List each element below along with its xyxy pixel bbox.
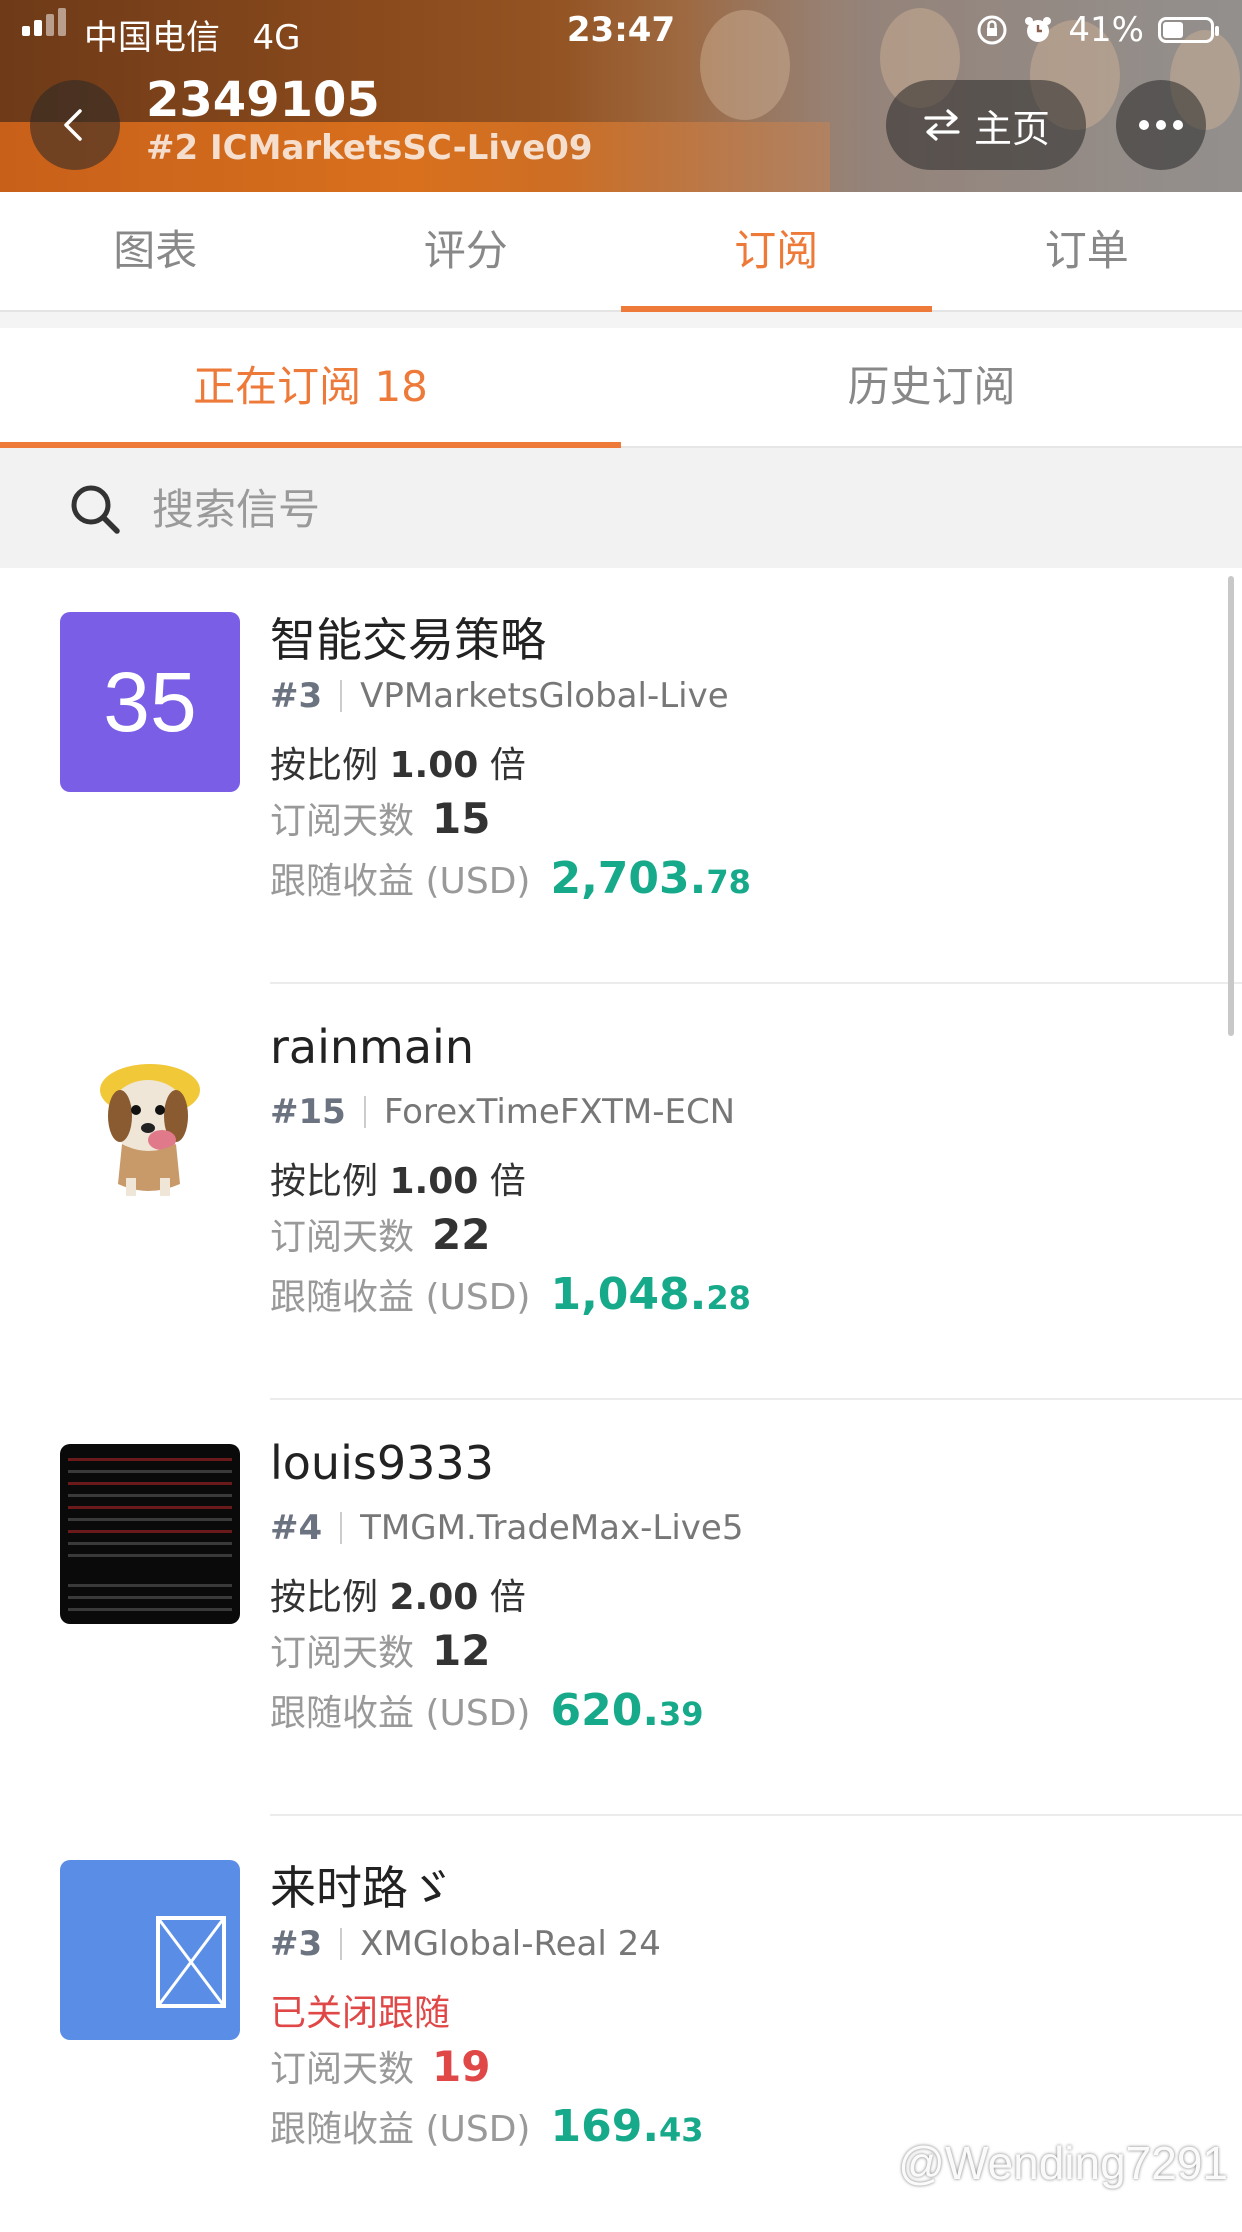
scrollbar[interactable] <box>1228 576 1234 1036</box>
signal-meta: #4 TMGM.TradeMax-Live5 <box>270 1508 743 1548</box>
subscription-days: 订阅天数15 <box>270 792 490 844</box>
signal-rank: #3 <box>270 1924 322 1964</box>
meta-divider <box>340 680 342 712</box>
subscription-days: 订阅天数22 <box>270 1208 490 1260</box>
signal-rank: #3 <box>270 676 322 716</box>
signal-rank: #4 <box>270 1508 322 1548</box>
signal-broker: XMGlobal-Real 24 <box>360 1924 661 1964</box>
signal-rank: #15 <box>270 1092 346 1132</box>
chevron-left-icon <box>55 105 95 145</box>
copy-ratio: 按比例 2.00 倍 <box>270 1568 526 1620</box>
signal-broker: TMGM.TradeMax-Live5 <box>360 1508 743 1548</box>
signal-meta: #3 XMGlobal-Real 24 <box>270 1924 661 1964</box>
tab-active-subscriptions[interactable]: 正在订阅 18 <box>0 328 621 446</box>
section-gap <box>0 312 1242 328</box>
account-title: 2349105 <box>146 72 380 128</box>
follow-profit: 跟随收益 (USD)620.39 <box>270 1684 704 1736</box>
meta-divider <box>364 1096 366 1128</box>
tab-rating[interactable]: 评分 <box>311 192 622 310</box>
signal-name: 智能交易策略 <box>270 604 546 670</box>
search-icon <box>68 482 122 536</box>
rotation-lock-icon <box>976 14 1008 46</box>
meta-divider <box>340 1512 342 1544</box>
search-bar <box>0 448 1242 568</box>
search-input[interactable] <box>150 470 1054 548</box>
subscription-list: 35 智能交易策略 #3 VPMarketsGlobal-Live 按比例 1.… <box>0 568 1242 2208</box>
more-button[interactable] <box>1116 80 1206 170</box>
tab-history-subscriptions[interactable]: 历史订阅 <box>621 328 1242 446</box>
battery-icon <box>1158 17 1214 43</box>
back-button[interactable] <box>30 80 120 170</box>
image-placeholder-icon <box>60 1860 240 2040</box>
tab-subscriptions[interactable]: 订阅 <box>621 192 932 310</box>
signal-name: louis9333 <box>270 1436 494 1490</box>
signal-name: rainmain <box>270 1020 474 1074</box>
list-item[interactable]: louis9333 #4 TMGM.TradeMax-Live5 按比例 2.0… <box>0 1400 1242 1816</box>
follow-profit: 跟随收益 (USD)169.43 <box>270 2100 704 2152</box>
meta-divider <box>340 1928 342 1960</box>
status-bar: 中国电信 4G 23:47 41% <box>0 0 1242 62</box>
copy-ratio: 按比例 1.00 倍 <box>270 1152 526 1204</box>
main-tabs: 图表 评分 订阅 订单 <box>0 192 1242 312</box>
home-button-label: 主页 <box>974 98 1050 153</box>
home-button[interactable]: 主页 <box>886 80 1086 170</box>
tab-orders[interactable]: 订单 <box>932 192 1242 310</box>
battery-percent: 41% <box>1068 10 1144 50</box>
swap-icon <box>922 108 962 142</box>
avatar <box>60 1028 240 1208</box>
list-item[interactable]: 35 智能交易策略 #3 VPMarketsGlobal-Live 按比例 1.… <box>0 568 1242 984</box>
signal-name: 来时路ゞ <box>270 1852 454 1918</box>
copy-ratio: 按比例 1.00 倍 <box>270 736 526 788</box>
follow-profit: 跟随收益 (USD)2,703.78 <box>270 852 751 904</box>
watermark: @Wending7291 <box>898 2136 1228 2190</box>
signal-broker: ForexTimeFXTM-ECN <box>384 1092 735 1132</box>
list-item[interactable]: rainmain #15 ForexTimeFXTM-ECN 按比例 1.00 … <box>0 984 1242 1400</box>
avatar <box>60 1444 240 1624</box>
follow-profit: 跟随收益 (USD)1,048.28 <box>270 1268 751 1320</box>
alarm-icon <box>1022 14 1054 46</box>
status-right: 41% <box>976 10 1214 50</box>
account-subtitle: #2 ICMarketsSC-Live09 <box>146 128 593 168</box>
avatar <box>60 1860 240 2040</box>
app-header: 中国电信 4G 23:47 41% 2349105 #2 ICMarketsSC… <box>0 0 1242 192</box>
signal-meta: #15 ForexTimeFXTM-ECN <box>270 1092 735 1132</box>
signal-meta: #3 VPMarketsGlobal-Live <box>270 676 729 716</box>
follow-closed-status: 已关闭跟随 <box>270 1984 450 2036</box>
dog-avatar-icon <box>60 1028 240 1208</box>
subscription-days: 订阅天数19 <box>270 2040 490 2092</box>
signal-broker: VPMarketsGlobal-Live <box>360 676 729 716</box>
more-icon <box>1138 119 1184 131</box>
tab-chart[interactable]: 图表 <box>0 192 311 310</box>
avatar: 35 <box>60 612 240 792</box>
subscription-days: 订阅天数12 <box>270 1624 490 1676</box>
sub-tabs: 正在订阅 18 历史订阅 <box>0 328 1242 448</box>
